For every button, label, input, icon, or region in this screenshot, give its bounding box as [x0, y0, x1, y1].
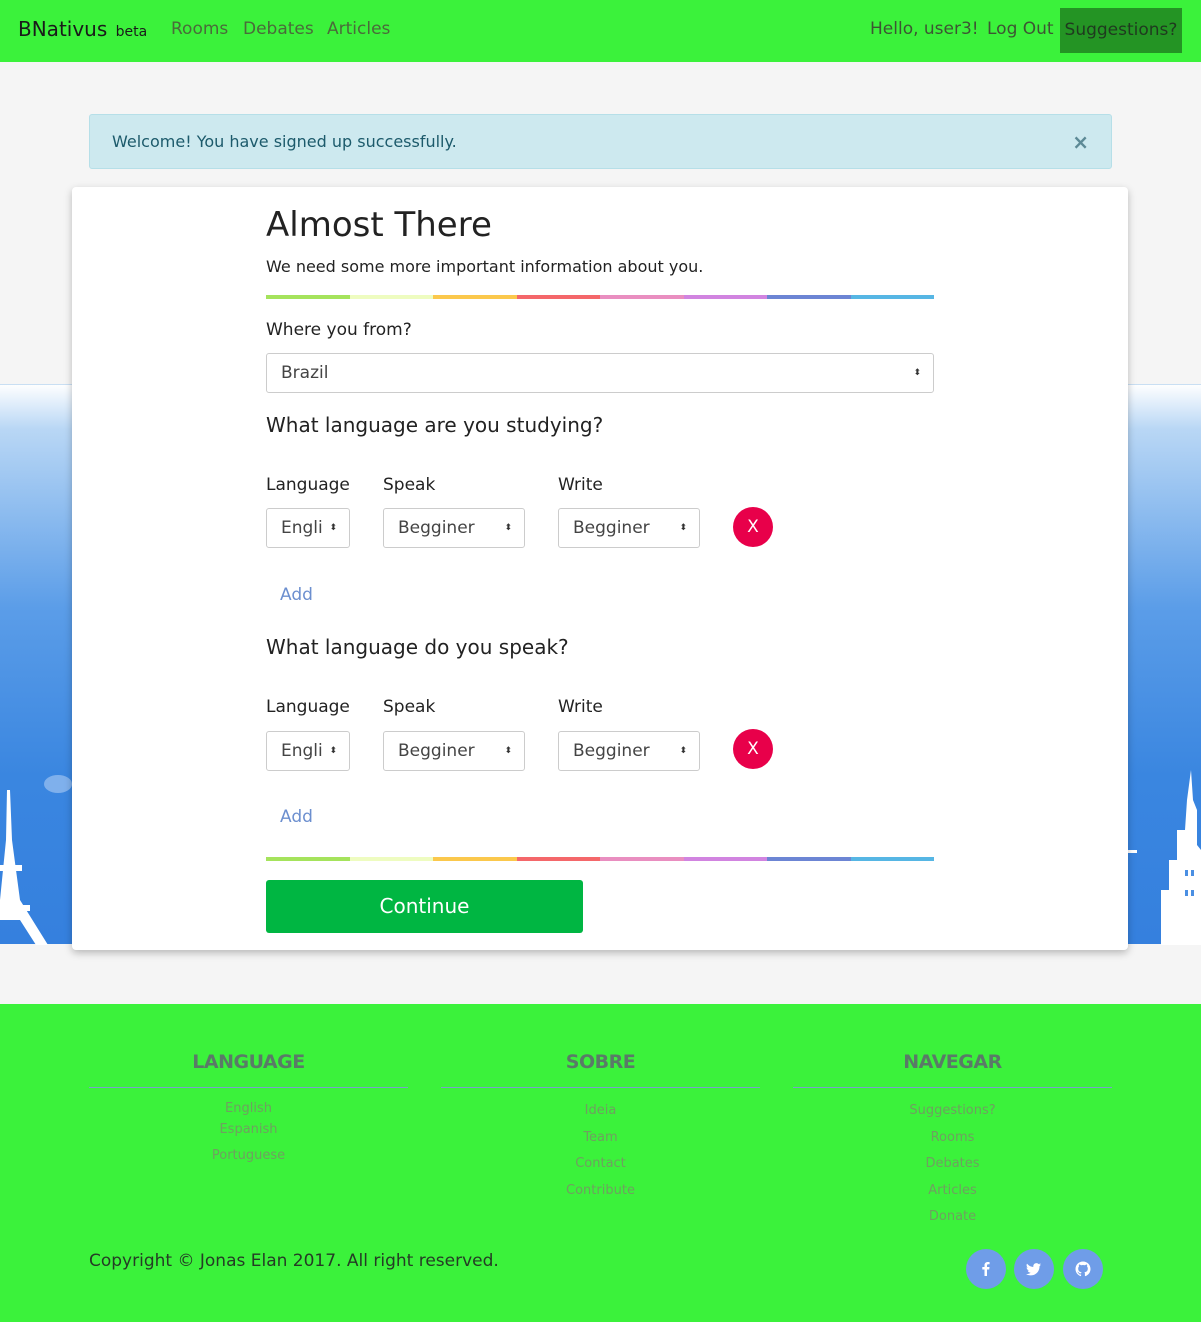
select-caret-icon: ⬍ [329, 746, 337, 756]
speaking-language-select[interactable]: Engli ⬍ [266, 731, 350, 771]
country-label: Where you from? [266, 320, 412, 340]
footer-heading-sobre: SOBRE [441, 1050, 760, 1088]
studying-speak-label: Speak [383, 475, 436, 495]
twitter-icon[interactable] [1014, 1249, 1054, 1289]
speaking-add-link[interactable]: Add [280, 807, 313, 827]
continue-button[interactable]: Continue [266, 880, 583, 933]
user-greeting: Hello, user3! [870, 19, 979, 39]
footer-link-english[interactable]: English [89, 1098, 408, 1119]
studying-heading: What language are you studying? [266, 413, 604, 437]
nav-link-rooms[interactable]: Rooms [171, 19, 228, 39]
footer-link-espanish[interactable]: Espanish [89, 1119, 408, 1140]
studying-speak-value: Begginer [398, 518, 475, 538]
footer-heading-language: LANGUAGE [89, 1050, 408, 1088]
footer-link-portuguese[interactable]: Portuguese [89, 1145, 408, 1166]
speaking-write-value: Begginer [573, 741, 650, 761]
select-caret-icon: ⬍ [913, 368, 921, 378]
speaking-write-label: Write [558, 697, 603, 717]
footer-column-sobre: SOBRE Ideia Team Contact Contribute [441, 1050, 760, 1204]
rainbow-segment [683, 857, 767, 861]
speaking-remove-button[interactable]: X [733, 729, 773, 769]
palace-tower-icon [1125, 770, 1201, 945]
rainbow-segment [516, 295, 600, 299]
rainbow-segment [266, 857, 350, 861]
footer-link-rooms[interactable]: Rooms [793, 1125, 1112, 1152]
speaking-language-value: Engli [281, 741, 323, 761]
speaking-speak-select[interactable]: Begginer ⬍ [383, 731, 525, 771]
brand-logo[interactable]: BNativus beta [18, 17, 147, 41]
rainbow-segment [767, 857, 851, 861]
studying-language-value: Engli [281, 518, 323, 538]
nav-link-articles[interactable]: Articles [327, 19, 390, 39]
rainbow-segment [266, 295, 350, 299]
studying-write-label: Write [558, 475, 603, 495]
studying-remove-button[interactable]: X [733, 507, 773, 547]
rainbow-segment [683, 295, 767, 299]
studying-add-link[interactable]: Add [280, 585, 313, 605]
top-navbar: BNativus beta Rooms Debates Articles Hel… [0, 0, 1201, 62]
close-icon[interactable]: × [1072, 130, 1089, 154]
speaking-speak-label: Speak [383, 697, 436, 717]
brand-name: BNativus [18, 17, 108, 41]
rainbow-segment [767, 295, 851, 299]
rainbow-segment [850, 857, 934, 861]
studying-write-value: Begginer [573, 518, 650, 538]
footer-link-team[interactable]: Team [441, 1125, 760, 1152]
rainbow-segment [850, 295, 934, 299]
footer-link-debates[interactable]: Debates [793, 1151, 1112, 1178]
alert-message: Welcome! You have signed up successfully… [112, 132, 457, 151]
rainbow-segment [433, 857, 517, 861]
eiffel-tower-icon [0, 775, 72, 945]
page-subtitle: We need some more important information … [266, 257, 704, 276]
rainbow-divider-top [266, 295, 934, 299]
footer-link-contact[interactable]: Contact [441, 1151, 760, 1178]
rainbow-segment [600, 295, 684, 299]
facebook-icon[interactable] [966, 1249, 1006, 1289]
page-title: Almost There [266, 205, 492, 245]
speaking-heading: What language do you speak? [266, 635, 569, 659]
rainbow-segment [600, 857, 684, 861]
speaking-speak-value: Begginer [398, 741, 475, 761]
country-select[interactable]: Brazil ⬍ [266, 353, 934, 393]
onboarding-card [72, 187, 1128, 950]
rainbow-segment [433, 295, 517, 299]
studying-language-label: Language [266, 475, 350, 495]
select-caret-icon: ⬍ [329, 523, 337, 533]
github-icon[interactable] [1063, 1249, 1103, 1289]
select-caret-icon: ⬍ [504, 746, 512, 756]
brand-beta-tag: beta [115, 24, 148, 40]
success-alert: Welcome! You have signed up successfully… [89, 114, 1112, 169]
footer-column-language: LANGUAGE English Espanish Portuguese [89, 1050, 408, 1166]
studying-language-select[interactable]: Engli ⬍ [266, 508, 350, 548]
footer-heading-navegar: NAVEGAR [793, 1050, 1112, 1088]
footer-link-donate[interactable]: Donate [793, 1204, 1112, 1231]
speaking-language-label: Language [266, 697, 350, 717]
footer-link-articles[interactable]: Articles [793, 1178, 1112, 1205]
copyright-text: Copyright © Jonas Elan 2017. All right r… [89, 1251, 499, 1271]
rainbow-divider-bottom [266, 857, 934, 861]
logout-link[interactable]: Log Out [987, 19, 1054, 39]
footer-link-contribute[interactable]: Contribute [441, 1178, 760, 1205]
country-select-value: Brazil [281, 363, 329, 383]
nav-link-debates[interactable]: Debates [243, 19, 314, 39]
suggestions-button[interactable]: Suggestions? [1060, 8, 1182, 53]
select-caret-icon: ⬍ [679, 523, 687, 533]
speaking-write-select[interactable]: Begginer ⬍ [558, 731, 700, 771]
select-caret-icon: ⬍ [679, 746, 687, 756]
footer-column-navegar: NAVEGAR Suggestions? Rooms Debates Artic… [793, 1050, 1112, 1231]
footer-link-suggestions[interactable]: Suggestions? [793, 1098, 1112, 1125]
footer-link-ideia[interactable]: Ideia [441, 1098, 760, 1125]
rainbow-segment [349, 857, 433, 861]
studying-write-select[interactable]: Begginer ⬍ [558, 508, 700, 548]
select-caret-icon: ⬍ [504, 523, 512, 533]
studying-speak-select[interactable]: Begginer ⬍ [383, 508, 525, 548]
rainbow-segment [349, 295, 433, 299]
rainbow-segment [516, 857, 600, 861]
